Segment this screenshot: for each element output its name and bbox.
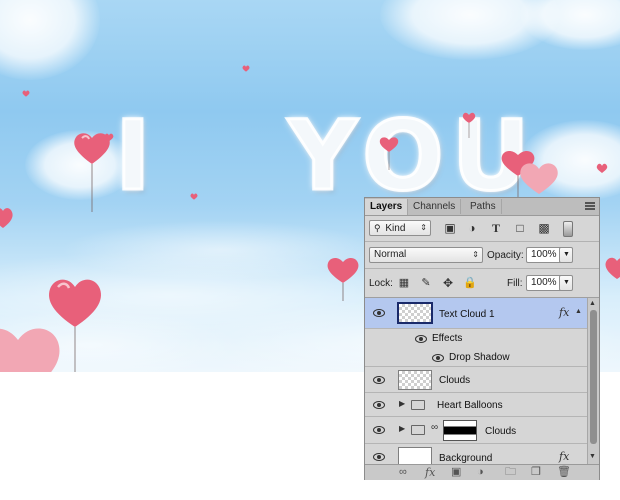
- layers-list: Text Cloud 1 fx ▲ Effects Drop Shadow Cl…: [365, 298, 587, 464]
- tab-layers[interactable]: Layers: [365, 199, 409, 215]
- heart-balloon: [104, 133, 114, 142]
- heart-balloon: [22, 90, 30, 97]
- panel-tab-bar: Layers Channels Paths: [365, 198, 599, 216]
- lock-image-pixels-icon[interactable]: ✎: [419, 276, 433, 290]
- layers-scrollbar[interactable]: ▲ ▼: [587, 298, 599, 464]
- folder-icon: [411, 400, 425, 410]
- layer-name: Background: [439, 453, 493, 464]
- tab-channels[interactable]: Channels: [408, 199, 462, 214]
- tab-paths[interactable]: Paths: [465, 199, 502, 214]
- layer-effects[interactable]: Effects: [365, 329, 587, 348]
- layer-background[interactable]: Background fx: [365, 444, 587, 464]
- fx-icon[interactable]: fx: [559, 306, 569, 319]
- scrollbar-thumb[interactable]: [590, 310, 597, 444]
- chain-link-icon[interactable]: ∞: [431, 422, 438, 433]
- layer-thumbnail: [398, 370, 432, 390]
- expand-arrow-icon[interactable]: ▶: [399, 424, 405, 433]
- new-layer-icon[interactable]: ❐: [531, 466, 541, 479]
- eye-icon[interactable]: [373, 376, 385, 384]
- layer-name: Text Cloud 1: [439, 309, 495, 320]
- filter-kind-select[interactable]: ⚲ Kind ⇕: [369, 220, 431, 236]
- layer-name: Clouds: [439, 375, 471, 386]
- fill-value: 100%: [531, 277, 557, 288]
- fx-icon[interactable]: fx: [559, 450, 569, 463]
- heart-balloon: [327, 257, 359, 301]
- eye-icon[interactable]: [373, 426, 385, 434]
- opacity-label: Opacity:: [487, 250, 524, 261]
- filter-kind-value: Kind: [385, 223, 406, 234]
- blend-mode-value: Normal: [374, 249, 407, 260]
- fill-dropdown-button[interactable]: ▼: [559, 275, 573, 291]
- eye-icon[interactable]: [373, 453, 385, 461]
- lock-transparent-pixels-icon[interactable]: ▦: [397, 276, 411, 290]
- eye-icon[interactable]: [432, 354, 444, 362]
- updown-arrow-icon: ⇕: [472, 250, 479, 259]
- heart-balloon: [605, 257, 620, 279]
- cloud: [0, 0, 100, 80]
- link-layers-icon[interactable]: ∞: [399, 466, 407, 479]
- eye-icon[interactable]: [373, 309, 385, 317]
- eye-icon[interactable]: [373, 401, 385, 409]
- heart-balloon: [0, 208, 13, 228]
- layer-name: Heart Balloons: [437, 400, 503, 411]
- add-mask-icon[interactable]: ▣: [451, 466, 461, 479]
- panel-bottom-bar: ∞ fx ▣ ◑ 🗀 ❐ 🗑: [365, 464, 599, 480]
- new-group-icon[interactable]: 🗀: [505, 466, 516, 479]
- lock-row: Lock: ▦ ✎ ✥ 🔒 Fill: 100% ▼: [365, 269, 599, 298]
- heart-balloon: [0, 328, 60, 372]
- heart-balloon: [462, 112, 476, 138]
- lock-position-icon[interactable]: ✥: [441, 276, 455, 290]
- cloud-text-i: I: [114, 100, 159, 212]
- filter-row: ⚲ Kind ⇕ ▣ ◑ T □ ▩: [365, 215, 599, 242]
- blend-row: Normal ⇕ Opacity: 100% ▼: [365, 242, 599, 269]
- scroll-down-arrow-icon[interactable]: ▼: [589, 453, 596, 460]
- chevron-up-icon[interactable]: ▲: [575, 308, 582, 315]
- layer-clouds[interactable]: Clouds: [365, 367, 587, 393]
- heart-balloon: [379, 137, 399, 170]
- lock-label: Lock:: [369, 278, 393, 289]
- layer-drop-shadow[interactable]: Drop Shadow: [365, 348, 587, 367]
- lock-all-icon[interactable]: 🔒: [463, 276, 477, 290]
- adjustment-layer-icon[interactable]: ◑: [477, 466, 484, 479]
- folder-icon: [411, 425, 425, 435]
- layer-heart-balloons-group[interactable]: ▶ Heart Balloons: [365, 393, 587, 417]
- layer-text-cloud-1[interactable]: Text Cloud 1 fx ▲: [365, 298, 587, 329]
- heart-balloon: [520, 163, 558, 194]
- filter-toggle[interactable]: [563, 221, 573, 237]
- scroll-up-arrow-icon[interactable]: ▲: [589, 300, 596, 307]
- eye-icon[interactable]: [415, 335, 427, 343]
- chevron-down-icon: ▼: [563, 251, 570, 258]
- trash-icon[interactable]: 🗑: [557, 466, 571, 479]
- adjustment-filter-icon[interactable]: ◑: [465, 221, 479, 235]
- layers-panel: Layers Channels Paths ⚲ Kind ⇕ ▣ ◑ T □ ▩…: [364, 197, 600, 480]
- layer-drop-shadow-label: Drop Shadow: [449, 352, 510, 363]
- opacity-dropdown-button[interactable]: ▼: [559, 247, 573, 263]
- layer-mask-thumbnail: [443, 420, 477, 441]
- heart-balloon: [242, 65, 250, 72]
- layer-clouds-group[interactable]: ▶ ∞ Clouds: [365, 417, 587, 444]
- updown-arrow-icon: ⇕: [420, 223, 427, 232]
- expand-arrow-icon[interactable]: ▶: [399, 399, 405, 408]
- opacity-value: 100%: [531, 249, 557, 260]
- layer-thumbnail: [397, 302, 433, 324]
- search-icon: ⚲: [374, 223, 381, 233]
- image-filter-icon[interactable]: ▣: [443, 221, 457, 235]
- add-layer-style-icon[interactable]: fx: [425, 466, 435, 479]
- smart-object-filter-icon[interactable]: ▩: [537, 221, 551, 235]
- panel-menu-icon[interactable]: [585, 202, 595, 210]
- heart-balloon: [190, 193, 198, 200]
- type-filter-icon[interactable]: T: [489, 221, 503, 235]
- layer-name: Clouds: [485, 426, 517, 437]
- layer-thumbnail: [398, 447, 432, 464]
- layer-effects-label: Effects: [432, 333, 463, 344]
- heart-balloon: [596, 163, 608, 173]
- fill-label: Fill:: [507, 278, 523, 289]
- chevron-down-icon: ▼: [563, 279, 570, 286]
- blend-mode-select[interactable]: Normal ⇕: [369, 247, 483, 263]
- shape-filter-icon[interactable]: □: [513, 221, 527, 235]
